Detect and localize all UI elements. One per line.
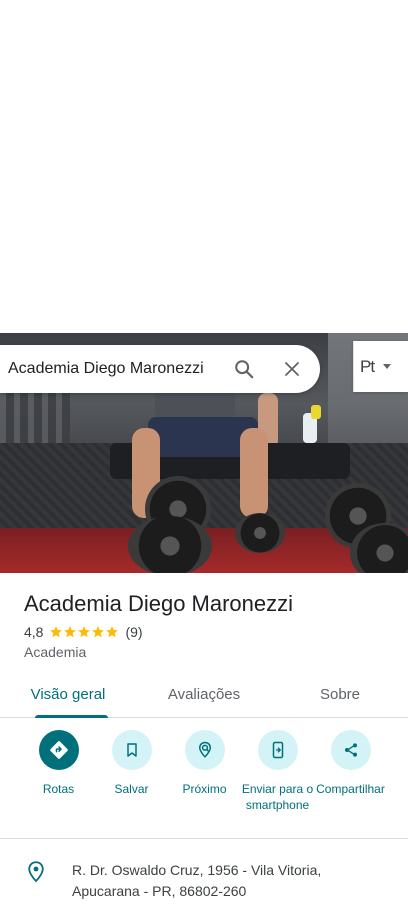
close-icon[interactable] — [268, 345, 316, 393]
star-icon — [92, 626, 105, 638]
bookmark-icon — [111, 730, 152, 770]
action-buttons: Rotas Salvar Próximo Enviar para o smart… — [0, 730, 408, 830]
rating-value: 4,8 — [24, 624, 44, 640]
rating-row[interactable]: 4,8 (9) — [24, 624, 394, 640]
section-divider — [0, 838, 408, 839]
directions-icon — [38, 730, 79, 770]
address-text: R. Dr. Oswaldo Cruz, 1956 - Vila Vitoria… — [72, 862, 322, 899]
caret-down-icon — [382, 364, 392, 369]
map-area-blank — [0, 0, 408, 333]
star-icon — [64, 626, 77, 638]
nearby-button[interactable]: Próximo — [168, 730, 241, 830]
star-icon — [78, 626, 91, 638]
language-label: Pt — [360, 356, 375, 376]
tab-bar: Visão geral Avaliações Sobre — [0, 676, 408, 718]
address-row[interactable]: R. Dr. Oswaldo Cruz, 1956 - Vila Vitoria… — [0, 860, 408, 902]
tab-label: Visão geral — [30, 686, 106, 703]
place-title: Academia Diego Maronezzi — [24, 591, 294, 616]
send-to-phone-button[interactable]: Enviar para o smartphone — [241, 730, 314, 830]
active-tab-indicator — [35, 715, 108, 718]
star-icon — [50, 626, 63, 638]
review-count: (9) — [125, 624, 143, 640]
tab-reviews[interactable]: Avaliações — [136, 676, 272, 717]
star-icon — [106, 626, 119, 638]
search-bar[interactable]: Academia Diego Maronezzi — [0, 345, 320, 393]
search-icon[interactable] — [220, 345, 268, 393]
share-icon — [330, 730, 371, 770]
send-to-phone-label: Enviar para o smartphone — [241, 782, 314, 812]
tab-label: Avaliações — [167, 686, 241, 703]
tab-overview[interactable]: Visão geral — [0, 676, 136, 718]
share-label: Compartilhar — [316, 782, 385, 796]
directions-button[interactable]: Rotas — [22, 730, 95, 830]
nearby-label: Próximo — [182, 782, 227, 796]
rating-stars — [49, 625, 119, 639]
share-button[interactable]: Compartilhar — [314, 730, 387, 830]
place-info: Academia Diego Maronezzi 4,8 (9) Academi… — [24, 590, 394, 660]
location-pin-icon — [0, 860, 72, 902]
place-category[interactable]: Academia — [24, 644, 394, 660]
directions-label: Rotas — [42, 782, 75, 796]
nearby-icon — [184, 730, 225, 770]
save-button[interactable]: Salvar — [95, 730, 168, 830]
tab-label: Sobre — [319, 686, 361, 703]
tab-about[interactable]: Sobre — [272, 676, 408, 717]
language-selector[interactable]: Pt — [353, 341, 408, 392]
send-to-phone-icon — [257, 730, 298, 770]
search-input[interactable]: Academia Diego Maronezzi — [0, 360, 220, 378]
save-label: Salvar — [114, 782, 149, 796]
